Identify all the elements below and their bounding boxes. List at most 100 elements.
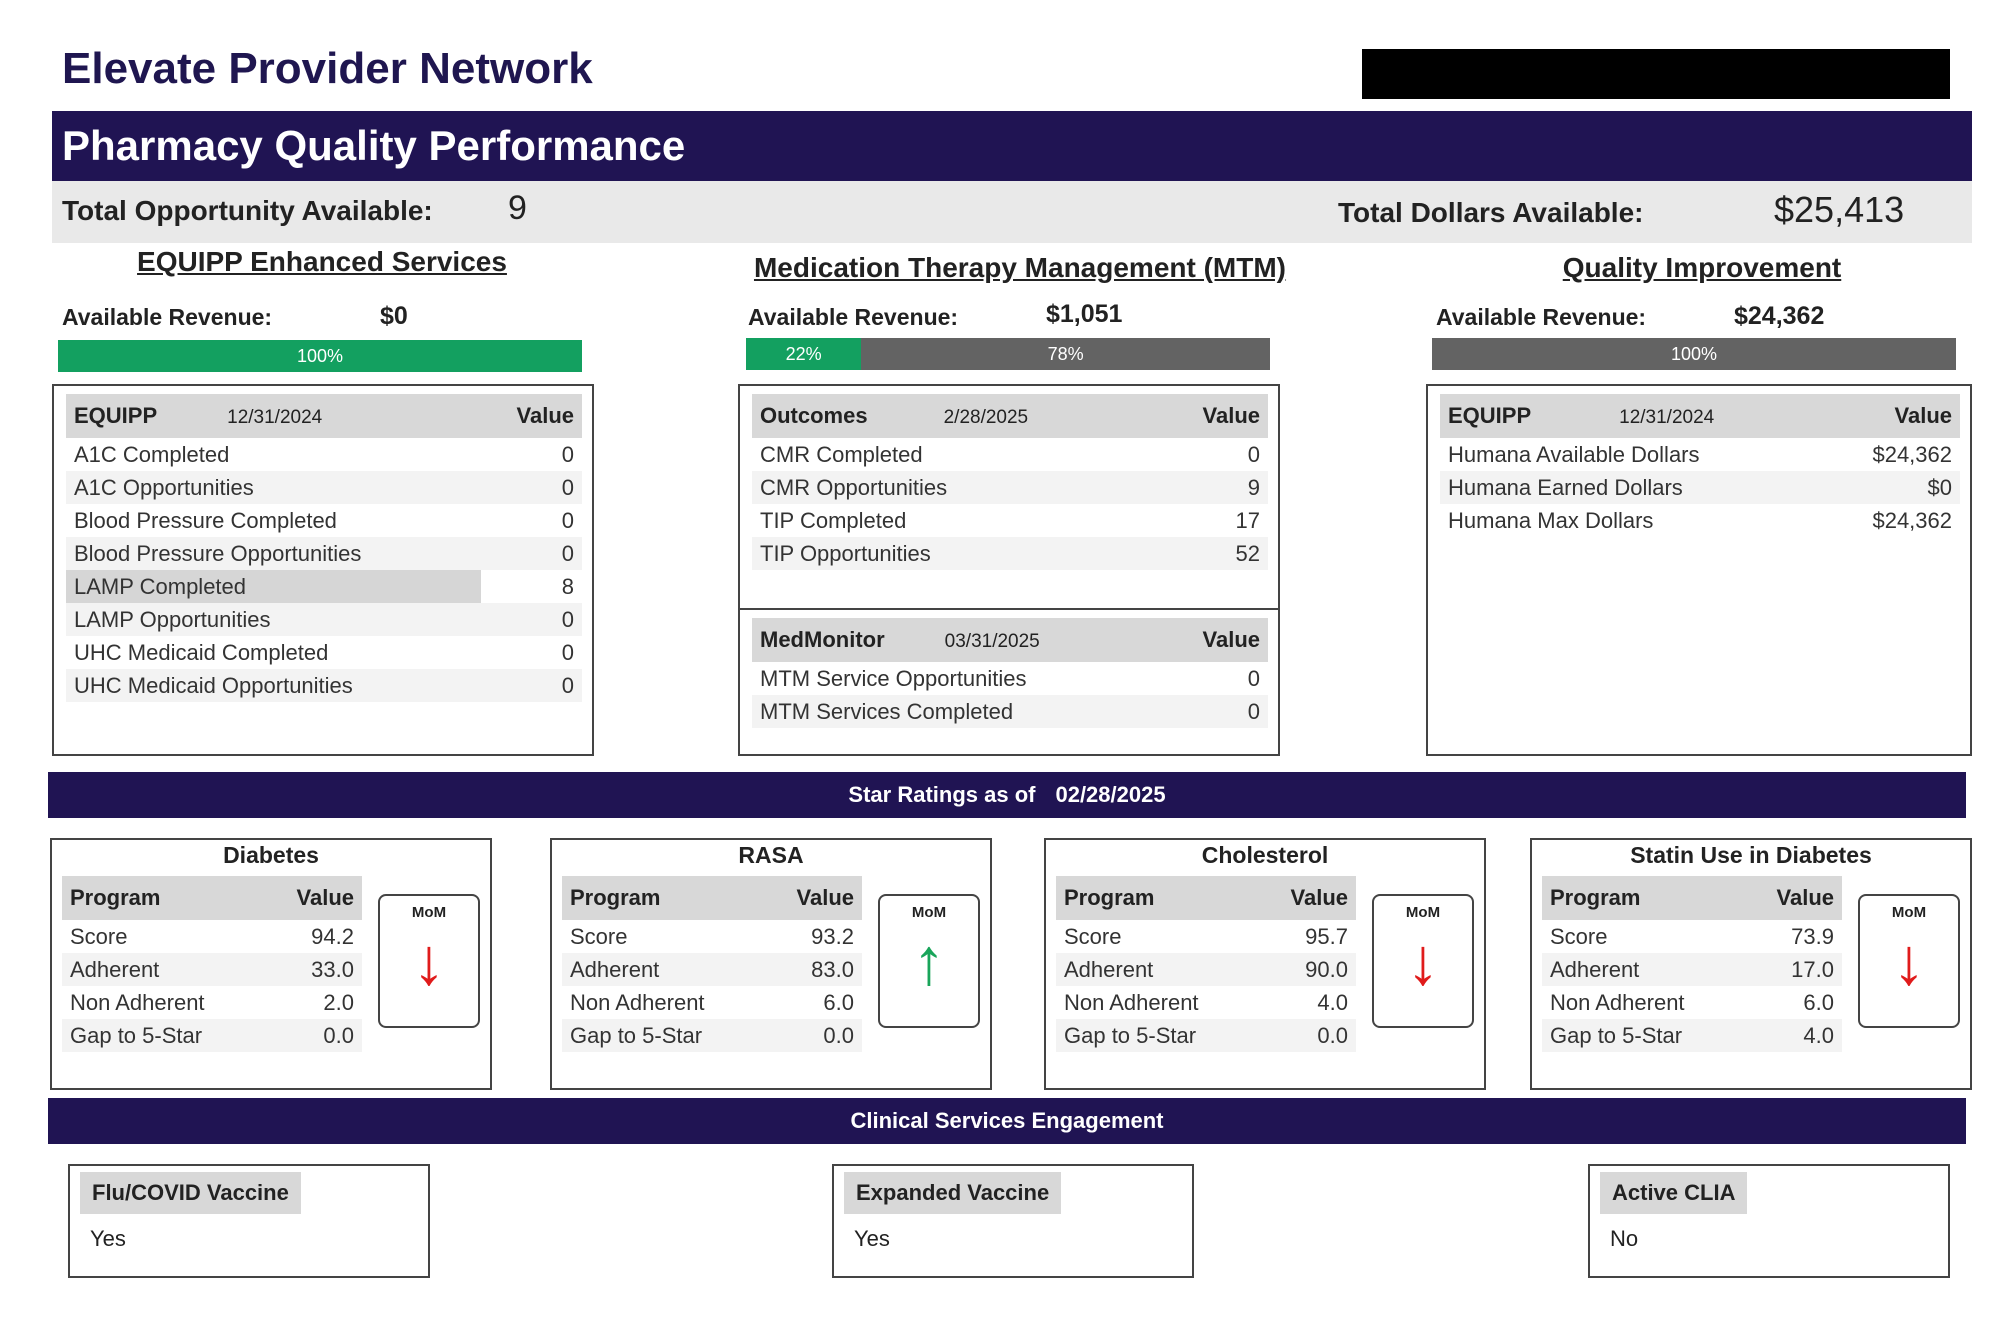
row-value: 0 — [561, 441, 574, 467]
table-row: Score 73.9 — [1542, 920, 1842, 953]
program-header: Program — [1542, 876, 1744, 920]
qi-table: EQUIPP 12/31/2024 Value Humana Available … — [1440, 394, 1960, 537]
star-table: Program Value Score 94.2 Adherent 33.0 Non Adh… — [62, 876, 362, 1052]
clinical-card: Expanded Vaccine Yes — [832, 1164, 1194, 1278]
medmonitor-table: MedMonitor 03/31/2025 Value MTM Service O… — [752, 618, 1268, 728]
table-row: Score 95.7 — [1056, 920, 1356, 953]
value-header: Value — [763, 876, 862, 920]
mom-indicator: MoM ↓ — [1858, 894, 1960, 1028]
clinical-card-value: Yes — [90, 1226, 126, 1251]
qi-progress-bar: 100% — [1432, 338, 1956, 370]
medmonitor-date: 03/31/2025 — [944, 631, 1040, 652]
row-value: 17 — [1235, 507, 1260, 533]
mtm-outcomes-panel: Outcomes 2/28/2025 Value CMR Completed 0 CM… — [738, 384, 1280, 610]
row-label: Score — [70, 923, 128, 949]
row-label: UHC Medicaid Completed — [74, 639, 329, 665]
table-row: Gap to 5-Star 0.0 — [62, 1019, 362, 1052]
mtm-revenue-value: $1,051 — [1046, 300, 1123, 328]
star-ratings-banner: Star Ratings as of 02/28/2025 — [48, 772, 1966, 818]
row-value: 4.0 — [1743, 1019, 1842, 1052]
table-row: UHC Medicaid Opportunities 0 — [66, 669, 582, 702]
clinical-card-value: No — [1610, 1226, 1639, 1251]
mom-label: MoM — [1405, 904, 1441, 921]
table-row: Non Adherent 6.0 — [562, 986, 862, 1019]
equipp-table: EQUIPP 12/31/2024 Value A1C Completed 0 A1C… — [66, 394, 582, 702]
row-value: 0.0 — [1257, 1019, 1356, 1052]
total-dollars-value: $25,413 — [1774, 189, 1905, 230]
mom-label: MoM — [911, 904, 947, 921]
star-card-cholesterol: Cholesterol Program Value Score 95.7 Adherent… — [1044, 838, 1486, 1090]
row-value: 95.7 — [1305, 923, 1348, 949]
row-value: 0 — [481, 603, 582, 636]
table-row: Score 94.2 — [62, 920, 362, 953]
arrow-down-icon: ↓ — [412, 924, 446, 998]
total-opportunity-value: 9 — [508, 189, 527, 227]
mom-label: MoM — [411, 904, 447, 921]
row-label: Humana Earned Dollars — [1440, 471, 1829, 504]
star-card-title: Diabetes — [223, 842, 319, 868]
qi-revenue-value: $24,362 — [1734, 302, 1825, 330]
row-label: Non Adherent — [1550, 989, 1685, 1015]
equipp-section-title: EQUIPP Enhanced Services — [137, 246, 507, 277]
clinical-card: Flu/COVID Vaccine Yes — [68, 1164, 430, 1278]
row-value: 9 — [1161, 471, 1268, 504]
row-label: MTM Services Completed — [752, 695, 1166, 728]
medmonitor-value-header: Value — [1165, 618, 1268, 662]
redacted-area — [1362, 49, 1950, 99]
row-label: Gap to 5-Star — [562, 1019, 764, 1052]
progress-segment: 100% — [1432, 338, 1956, 370]
star-table: Program Value Score 73.9 Adherent 17.0 Non Adh… — [1542, 876, 1842, 1052]
row-label: Gap to 5-Star — [62, 1019, 264, 1052]
equipp-progress-bar: 100% — [58, 340, 582, 372]
clinical-card-label: Flu/COVID Vaccine — [80, 1172, 301, 1214]
clinical-card: Active CLIA No — [1588, 1164, 1950, 1278]
arrow-down-icon: ↓ — [1406, 924, 1440, 998]
table-row: Blood Pressure Completed 0 — [66, 504, 582, 537]
table-row: Gap to 5-Star 0.0 — [1056, 1019, 1356, 1052]
row-label: UHC Medicaid Opportunities — [66, 669, 482, 702]
clinical-card-label: Expanded Vaccine — [844, 1172, 1062, 1214]
table-row: Score 93.2 — [562, 920, 862, 953]
row-value: 33.0 — [263, 953, 362, 986]
row-label: Humana Max Dollars — [1448, 507, 1654, 533]
page-title: Pharmacy Quality Performance — [52, 111, 1972, 181]
row-label: Adherent — [1056, 953, 1258, 986]
clinical-card-label: Active CLIA — [1600, 1172, 1748, 1214]
table-row: Non Adherent 6.0 — [1542, 986, 1842, 1019]
star-table: Program Value Score 95.7 Adherent 90.0 Non Adh… — [1056, 876, 1356, 1052]
star-card-title: RASA — [738, 842, 804, 868]
row-label: CMR Completed — [760, 441, 923, 467]
clinical-services-banner: Clinical Services Engagement — [48, 1098, 1966, 1144]
row-label: Non Adherent — [570, 989, 705, 1015]
row-value: 0.0 — [763, 1019, 862, 1052]
total-dollars-label: Total Dollars Available: — [1338, 197, 1644, 228]
progress-segment: 22% — [746, 338, 862, 370]
value-header: Value — [1743, 876, 1842, 920]
mtm-section-title: Medication Therapy Management (MTM) — [753, 252, 1287, 283]
qi-table-date: 12/31/2024 — [1619, 407, 1715, 428]
row-value: 0 — [481, 471, 582, 504]
star-card-statin-use-in-diabetes: Statin Use in Diabetes Program Value Score 7… — [1530, 838, 1972, 1090]
row-value: 73.9 — [1791, 923, 1834, 949]
row-value: 6.0 — [823, 989, 854, 1015]
row-value: 8 — [561, 573, 574, 599]
table-row: Adherent 17.0 — [1542, 953, 1842, 986]
arrow-up-icon: ↑ — [912, 924, 946, 998]
row-label: Score — [1550, 923, 1608, 949]
table-row: Non Adherent 4.0 — [1056, 986, 1356, 1019]
row-value: 90.0 — [1257, 953, 1356, 986]
row-label: TIP Completed — [760, 507, 907, 533]
arrow-down-icon: ↓ — [1892, 924, 1926, 998]
star-ratings-label: Star Ratings as of — [848, 782, 1036, 807]
outcomes-date: 2/28/2025 — [943, 407, 1029, 428]
equipp-value-header: Value — [481, 394, 582, 438]
row-label: Score — [1064, 923, 1122, 949]
star-card-rasa: RASA Program Value Score 93.2 Adherent 83.0 Non… — [550, 838, 992, 1090]
row-value: 0 — [561, 507, 574, 533]
row-label: LAMP Opportunities — [66, 603, 482, 636]
table-row: Adherent 33.0 — [62, 953, 362, 986]
row-label: Non Adherent — [70, 989, 205, 1015]
row-value: 6.0 — [1803, 989, 1834, 1015]
value-header: Value — [263, 876, 362, 920]
row-value: 0.0 — [263, 1019, 362, 1052]
